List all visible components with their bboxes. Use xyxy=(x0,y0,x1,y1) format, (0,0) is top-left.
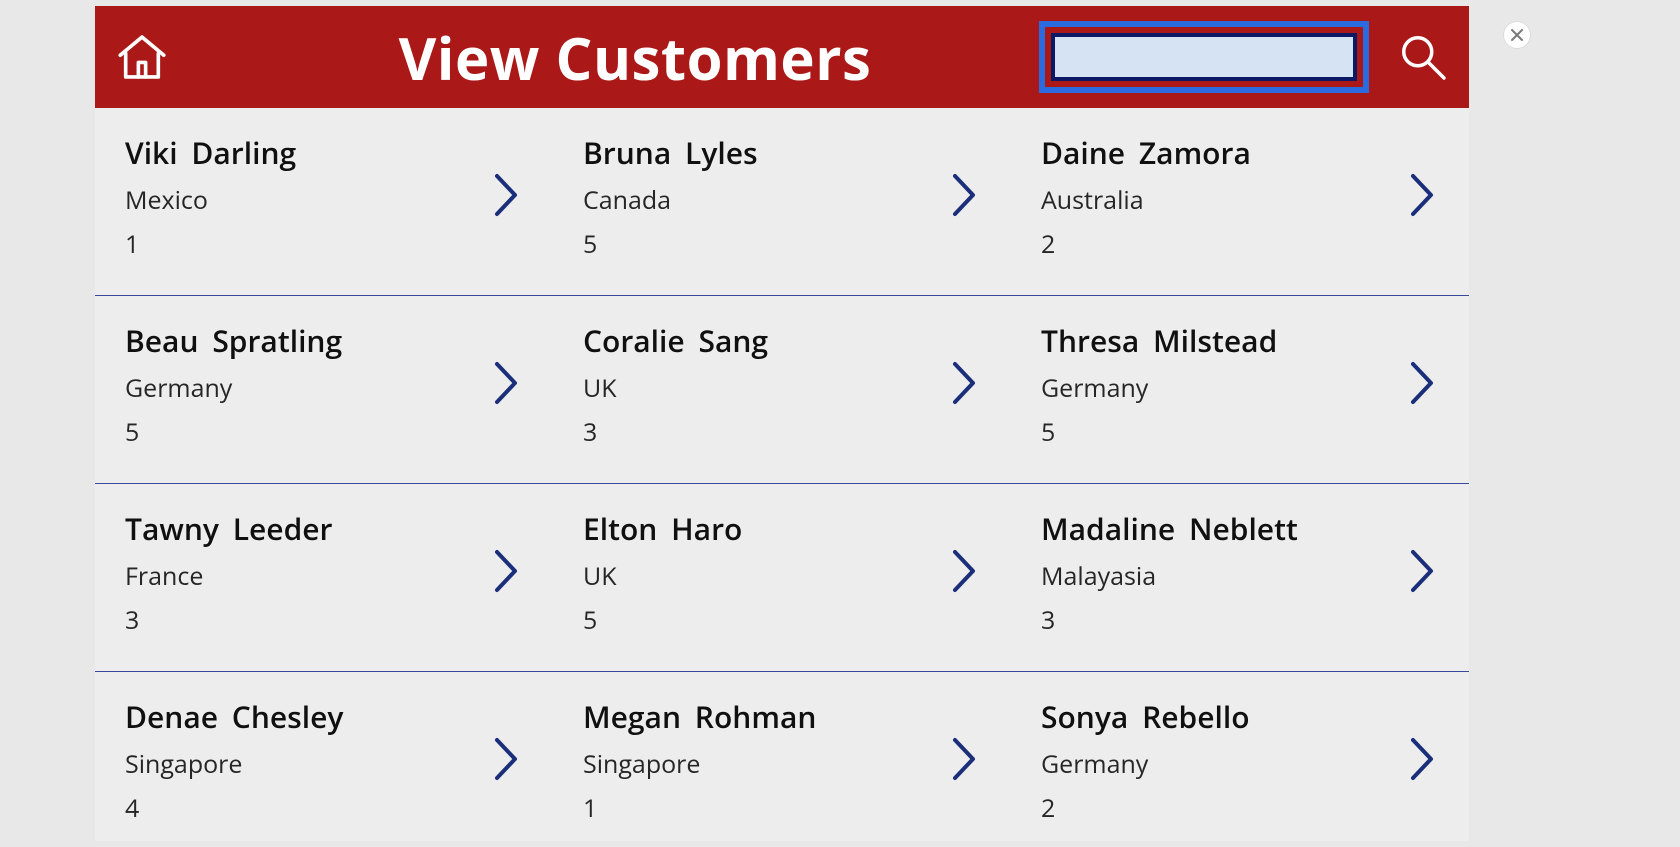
chevron-right-icon[interactable] xyxy=(949,548,979,594)
header-bar: View Customers xyxy=(95,6,1469,108)
close-icon[interactable] xyxy=(1504,22,1530,48)
customer-card[interactable]: Coralie Sang UK 3 xyxy=(553,296,1011,483)
customer-country: Canada xyxy=(583,183,991,217)
chevron-right-icon[interactable] xyxy=(1407,172,1437,218)
search-icon[interactable] xyxy=(1395,29,1451,85)
customer-country: Germany xyxy=(1041,747,1449,781)
customer-card[interactable]: Tawny Leeder France 3 xyxy=(95,484,553,671)
home-icon[interactable] xyxy=(113,28,171,86)
customer-card[interactable]: Megan Rohman Singapore 1 xyxy=(553,672,1011,841)
customer-country: Singapore xyxy=(125,747,533,781)
customer-count: 2 xyxy=(1041,227,1449,261)
customer-card[interactable]: Elton Haro UK 5 xyxy=(553,484,1011,671)
customer-row: Tawny Leeder France 3 Elton Haro UK 5 Madaline… xyxy=(95,484,1469,672)
customer-name: Bruna Lyles xyxy=(583,132,991,173)
customer-country: UK xyxy=(583,371,991,405)
chevron-right-icon[interactable] xyxy=(949,172,979,218)
customer-name: Thresa Milstead xyxy=(1041,320,1449,361)
customer-country: France xyxy=(125,559,533,593)
customer-country: Germany xyxy=(125,371,533,405)
customer-name: Tawny Leeder xyxy=(125,508,533,549)
customer-row: Beau Spratling Germany 5 Coralie Sang UK 3 Thr… xyxy=(95,296,1469,484)
search-input[interactable] xyxy=(1055,37,1353,77)
chevron-right-icon[interactable] xyxy=(1407,736,1437,782)
customer-country: Malayasia xyxy=(1041,559,1449,593)
customer-name: Viki Darling xyxy=(125,132,533,173)
customer-card[interactable]: Viki Darling Mexico 1 xyxy=(95,108,553,295)
page-title: View Customers xyxy=(251,18,1019,97)
chevron-right-icon[interactable] xyxy=(949,736,979,782)
customer-card[interactable]: Madaline Neblett Malayasia 3 xyxy=(1011,484,1469,671)
chevron-right-icon[interactable] xyxy=(949,360,979,406)
customer-count: 3 xyxy=(583,415,991,449)
customer-name: Elton Haro xyxy=(583,508,991,549)
chevron-right-icon[interactable] xyxy=(491,548,521,594)
customer-count: 3 xyxy=(125,603,533,637)
chevron-right-icon[interactable] xyxy=(491,360,521,406)
search-highlight xyxy=(1039,21,1369,93)
customer-count: 5 xyxy=(583,603,991,637)
customer-row: Viki Darling Mexico 1 Bruna Lyles Canada 5 Dai… xyxy=(95,108,1469,296)
customer-count: 3 xyxy=(1041,603,1449,637)
customer-name: Coralie Sang xyxy=(583,320,991,361)
customer-count: 5 xyxy=(583,227,991,261)
customer-name: Sonya Rebello xyxy=(1041,696,1449,737)
customer-country: UK xyxy=(583,559,991,593)
customer-name: Daine Zamora xyxy=(1041,132,1449,173)
customer-count: 4 xyxy=(125,791,533,825)
app-window: View Customers Viki Darling Mexico 1 Bruna … xyxy=(95,6,1469,841)
chevron-right-icon[interactable] xyxy=(491,736,521,782)
chevron-right-icon[interactable] xyxy=(1407,548,1437,594)
customer-name: Beau Spratling xyxy=(125,320,533,361)
customer-name: Megan Rohman xyxy=(583,696,991,737)
customer-name: Denae Chesley xyxy=(125,696,533,737)
customer-count: 5 xyxy=(1041,415,1449,449)
customer-country: Germany xyxy=(1041,371,1449,405)
chevron-right-icon[interactable] xyxy=(1407,360,1437,406)
customer-card[interactable]: Sonya Rebello Germany 2 xyxy=(1011,672,1469,841)
customer-card[interactable]: Thresa Milstead Germany 5 xyxy=(1011,296,1469,483)
chevron-right-icon[interactable] xyxy=(491,172,521,218)
customer-row: Denae Chesley Singapore 4 Megan Rohman Singa… xyxy=(95,672,1469,841)
customer-country: Mexico xyxy=(125,183,533,217)
customer-count: 1 xyxy=(125,227,533,261)
customer-count: 5 xyxy=(125,415,533,449)
customer-card[interactable]: Daine Zamora Australia 2 xyxy=(1011,108,1469,295)
customer-card[interactable]: Denae Chesley Singapore 4 xyxy=(95,672,553,841)
customer-country: Australia xyxy=(1041,183,1449,217)
customer-country: Singapore xyxy=(583,747,991,781)
customer-name: Madaline Neblett xyxy=(1041,508,1449,549)
customer-count: 2 xyxy=(1041,791,1449,825)
customer-count: 1 xyxy=(583,791,991,825)
customer-list[interactable]: Viki Darling Mexico 1 Bruna Lyles Canada 5 Dai… xyxy=(95,108,1469,841)
customer-card[interactable]: Beau Spratling Germany 5 xyxy=(95,296,553,483)
customer-card[interactable]: Bruna Lyles Canada 5 xyxy=(553,108,1011,295)
